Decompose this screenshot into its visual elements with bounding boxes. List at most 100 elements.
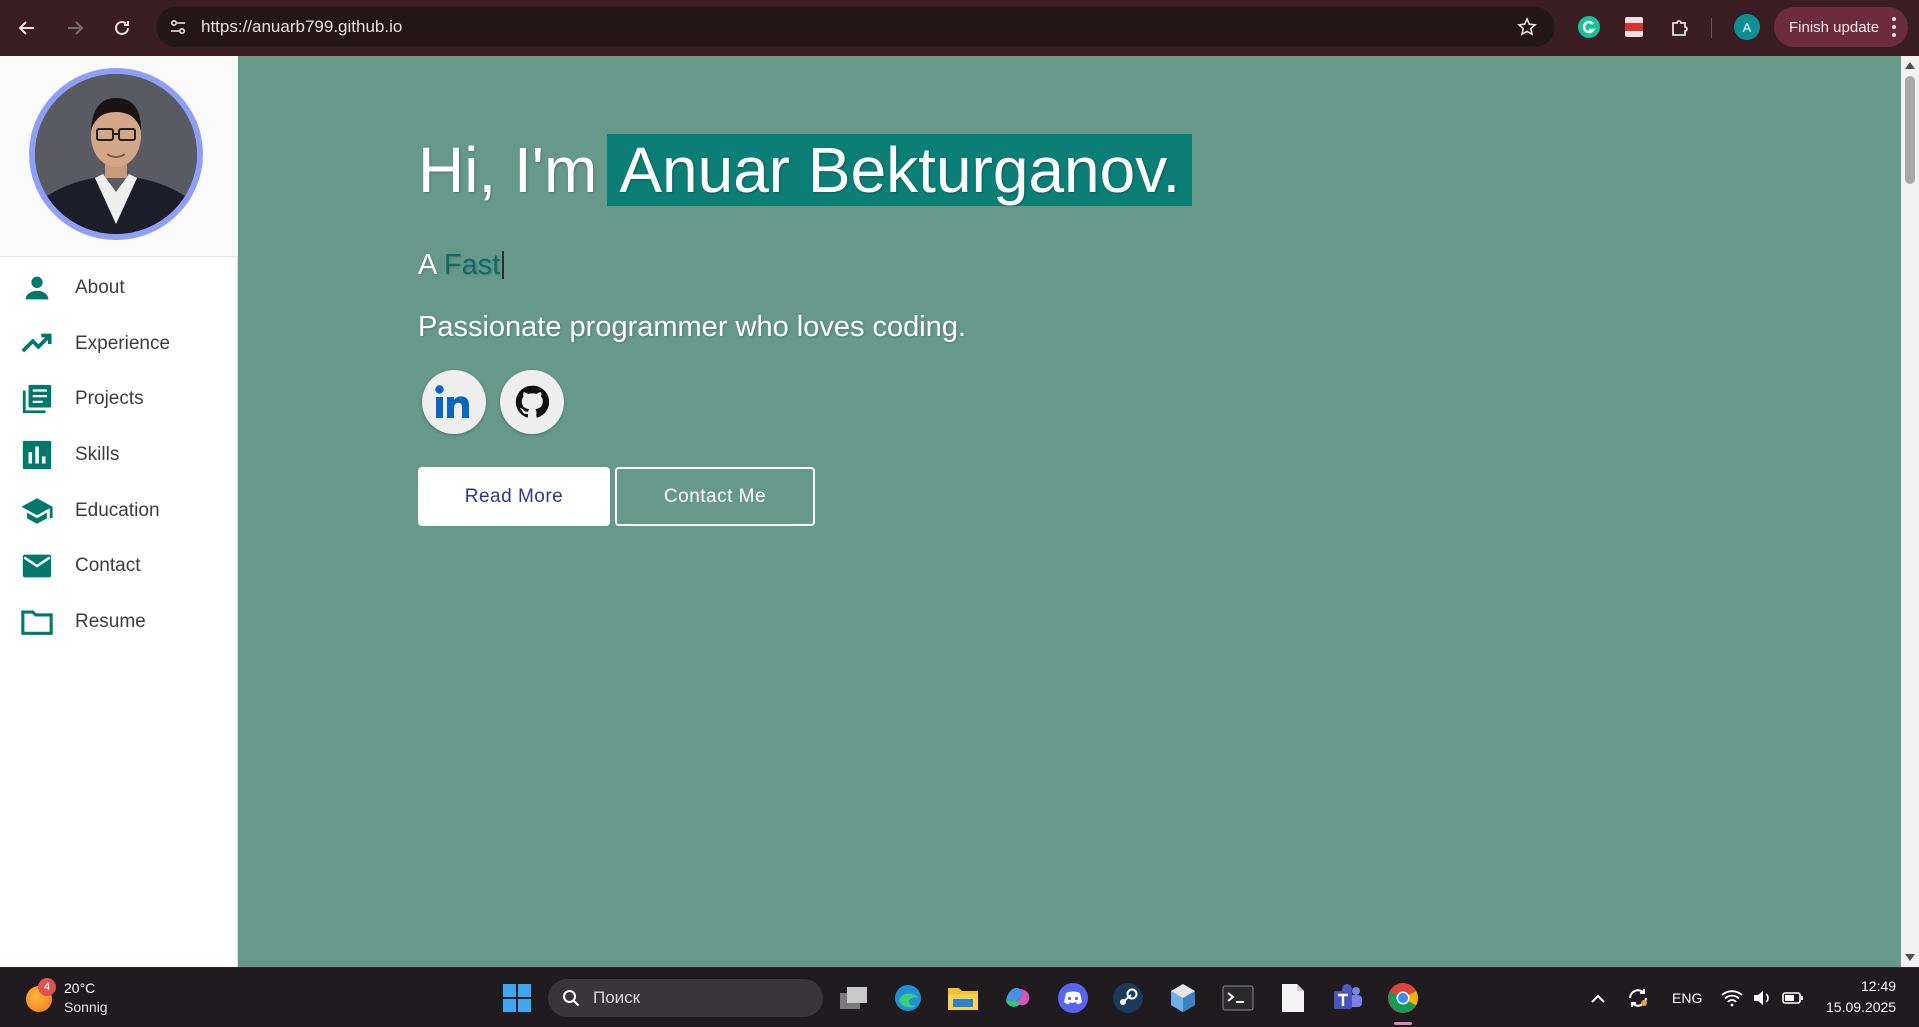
file-icon xyxy=(1282,984,1304,1012)
scroll-down-arrow-icon[interactable] xyxy=(1905,954,1915,961)
sidebar-item-label: About xyxy=(75,277,125,298)
chrome-icon xyxy=(1388,983,1418,1013)
bookmark-star-icon[interactable] xyxy=(1517,17,1537,37)
sidebar-item-about[interactable]: About xyxy=(0,263,238,313)
clock-date[interactable]: 15.09.2025 xyxy=(1826,999,1896,1015)
forward-button[interactable] xyxy=(59,12,91,44)
browser-toolbar: https://anuarb799.github.io A Finish upd… xyxy=(0,0,1919,56)
scrollbar-thumb[interactable] xyxy=(1905,76,1915,184)
taskbar-m365[interactable] xyxy=(1000,980,1036,1016)
profile-avatar[interactable]: A xyxy=(1734,14,1760,40)
weather-badge: 4 xyxy=(38,978,56,996)
search-placeholder: Поиск xyxy=(593,988,641,1007)
profile-photo xyxy=(29,68,203,240)
sidebar-item-skills[interactable]: Skills xyxy=(0,430,238,480)
contact-me-button[interactable]: Contact Me xyxy=(615,467,815,526)
portrait-illustration xyxy=(35,74,197,234)
puzzle-icon xyxy=(1672,20,1688,36)
tune-icon xyxy=(170,19,186,35)
typed-word: Fast xyxy=(443,249,501,281)
github-link[interactable] xyxy=(500,370,564,434)
task-view-icon xyxy=(840,987,867,1009)
site-info-button[interactable] xyxy=(164,13,192,41)
steam-icon xyxy=(1113,983,1143,1013)
weather-temperature: 20°C xyxy=(64,980,96,996)
page-title: Hi, I'm Anuar Bekturganov. xyxy=(418,130,1193,210)
taskbar-steam[interactable] xyxy=(1110,980,1146,1016)
terminal-icon xyxy=(1222,985,1254,1011)
name-highlight: Anuar Bekturganov. xyxy=(607,134,1193,206)
clock-time[interactable]: 12:49 xyxy=(1861,978,1896,994)
microsoft-365-icon xyxy=(1006,987,1030,1007)
taskbar-discord[interactable] xyxy=(1055,980,1091,1016)
page-scrollbar[interactable] xyxy=(1901,56,1919,967)
pdf-extension[interactable] xyxy=(1621,14,1647,40)
speaker-icon xyxy=(1754,991,1769,1005)
windows-logo-icon xyxy=(503,984,531,1012)
read-more-button[interactable]: Read More xyxy=(418,467,610,526)
bar-chart-icon xyxy=(22,440,52,470)
toolbar-divider xyxy=(1711,18,1712,38)
sidebar-item-contact[interactable]: Contact xyxy=(0,541,238,591)
taskbar-teams[interactable] xyxy=(1330,980,1366,1016)
start-button[interactable] xyxy=(499,980,535,1016)
reload-icon xyxy=(115,20,129,35)
taskbar-notepad[interactable] xyxy=(1275,980,1311,1016)
taskbar-terminal[interactable] xyxy=(1220,980,1256,1016)
taskbar-search[interactable]: Поиск xyxy=(548,979,823,1017)
taskbar-app-cube[interactable] xyxy=(1165,980,1201,1016)
discord-icon xyxy=(1058,983,1088,1013)
cube-icon xyxy=(1171,984,1195,1012)
sidebar-item-label: Experience xyxy=(75,333,171,354)
sync-tray-button[interactable] xyxy=(1620,980,1656,1016)
taskbar-edge[interactable] xyxy=(890,980,926,1016)
folder-icon xyxy=(948,988,978,1010)
task-view-button[interactable] xyxy=(836,980,872,1016)
active-app-indicator xyxy=(1394,1022,1412,1025)
sidebar-item-projects[interactable]: Projects xyxy=(0,374,238,424)
finish-update-button[interactable]: Finish update xyxy=(1774,7,1908,47)
language-indicator[interactable]: ENG xyxy=(1672,990,1702,1006)
wifi-icon xyxy=(1721,990,1743,1007)
page-viewport: About Experience Projects Skills Educati… xyxy=(0,56,1919,967)
battery-button[interactable] xyxy=(1775,980,1811,1016)
sidebar-item-label: Resume xyxy=(75,611,146,632)
grammarly-extension[interactable] xyxy=(1576,14,1602,40)
taskbar-file-explorer[interactable] xyxy=(945,980,981,1016)
mail-icon xyxy=(22,554,52,578)
search-icon xyxy=(563,990,580,1007)
sidebar-item-resume[interactable]: Resume xyxy=(0,597,238,647)
more-vert-icon xyxy=(1892,17,1896,37)
address-bar[interactable]: https://anuarb799.github.io xyxy=(156,7,1555,47)
scroll-up-arrow-icon[interactable] xyxy=(1905,62,1915,69)
reload-button[interactable] xyxy=(106,12,138,44)
person-icon xyxy=(25,276,49,300)
sidebar-item-label: Skills xyxy=(75,444,120,465)
typing-cursor xyxy=(502,251,505,279)
trending-up-icon xyxy=(21,333,52,353)
battery-icon xyxy=(1782,992,1803,1004)
extensions-button[interactable] xyxy=(1667,14,1693,40)
url-text[interactable]: https://anuarb799.github.io xyxy=(201,7,402,47)
edge-icon xyxy=(895,985,921,1011)
sidebar-item-education[interactable]: Education xyxy=(0,486,238,536)
greeting-text: Hi, I'm xyxy=(418,134,598,206)
sync-icon xyxy=(1629,989,1647,1007)
finish-update-label: Finish update xyxy=(1789,18,1880,36)
sidebar: About Experience Projects Skills Educati… xyxy=(0,56,238,967)
tagline: Passionate programmer who loves coding. xyxy=(418,311,967,343)
back-button[interactable] xyxy=(11,12,43,44)
show-hidden-icons-button[interactable] xyxy=(1580,980,1616,1016)
hero-section: Hi, I'm Anuar Bekturganov. A Fast Passion… xyxy=(238,56,1901,967)
weather-condition: Sonnig xyxy=(64,999,108,1015)
folder-icon xyxy=(21,610,53,635)
arrow-left-icon xyxy=(18,21,34,35)
pdf-icon xyxy=(1625,17,1643,37)
avatar-section xyxy=(0,56,238,257)
linkedin-link[interactable] xyxy=(422,370,486,434)
sidebar-item-experience[interactable]: Experience xyxy=(0,319,238,369)
typed-subtitle: A Fast xyxy=(418,246,505,284)
taskbar-chrome[interactable] xyxy=(1385,980,1421,1016)
typed-prefix: A xyxy=(418,249,436,281)
teams-icon xyxy=(1334,984,1362,1009)
